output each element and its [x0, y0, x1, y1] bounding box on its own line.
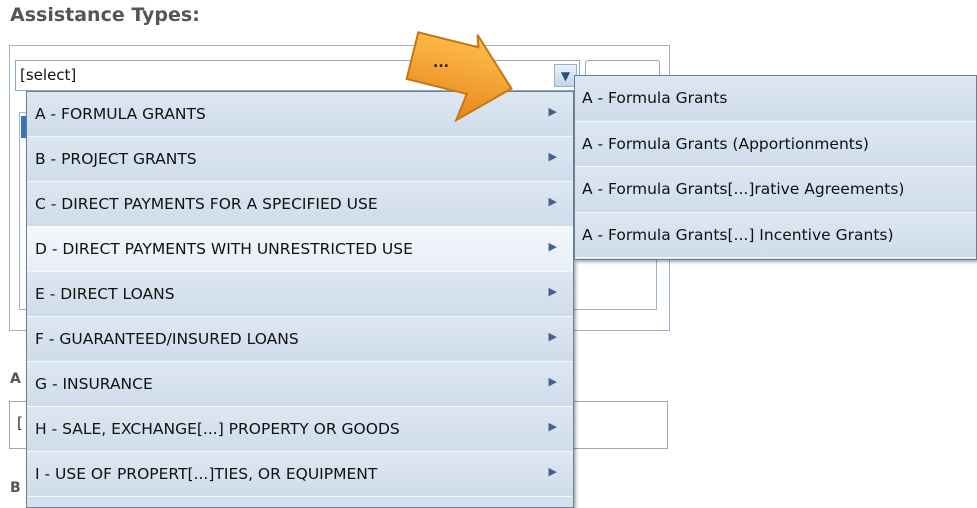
select-value: [select]	[20, 66, 77, 84]
formula-grants-submenu: A - Formula Grants A - Formula Grants (Ap…	[574, 75, 977, 260]
section-heading: Assistance Types:	[10, 4, 200, 26]
lower-input-value: [	[17, 414, 23, 432]
menu-item[interactable]: G - INSURANCE ▶	[27, 362, 573, 407]
menu-item-label: D - DIRECT PAYMENTS WITH UNRESTRICTED US…	[35, 240, 413, 258]
triangle-right-icon: ▶	[548, 195, 557, 208]
menu-item[interactable]: H - SALE, EXCHANGE[...] PROPERTY OR GOOD…	[27, 407, 573, 452]
menu-item[interactable]: D - DIRECT PAYMENTS WITH UNRESTRICTED US…	[27, 227, 573, 272]
triangle-right-icon: ▶	[548, 150, 557, 163]
menu-item[interactable]: I - USE OF PROPERT[...]TIES, OR EQUIPMEN…	[27, 452, 573, 497]
menu-item-label: H - SALE, EXCHANGE[...] PROPERTY OR GOOD…	[35, 420, 400, 438]
triangle-right-icon: ▶	[548, 105, 557, 118]
submenu-item[interactable]: A - Formula Grants	[575, 76, 976, 122]
menu-item-label: I - USE OF PROPERT[...]TIES, OR EQUIPMEN…	[35, 465, 378, 483]
triangle-right-icon: ▶	[548, 375, 557, 388]
menu-item[interactable]: F - GUARANTEED/INSURED LOANS ▶	[27, 317, 573, 362]
menu-item-label: B - PROJECT GRANTS	[35, 150, 197, 168]
submenu-item-label: A - Formula Grants[...] Incentive Grants…	[582, 225, 894, 244]
submenu-item-label: A - Formula Grants	[582, 89, 728, 107]
menu-item-label: F - GUARANTEED/INSURED LOANS	[35, 330, 299, 348]
submenu-item-label: A - Formula Grants (Apportionments)	[582, 134, 869, 153]
assistance-type-menu: A - FORMULA GRANTS ▶ B - PROJECT GRANTS ▶ C …	[26, 91, 574, 508]
submenu-item[interactable]: A - Formula Grants[...]rative Agreements…	[575, 167, 976, 213]
label-fragment-b: B	[10, 480, 21, 496]
label-fragment-a: A	[10, 371, 21, 387]
submenu-item-label: A - Formula Grants[...]rative Agreements…	[582, 180, 905, 198]
triangle-right-icon: ▶	[548, 285, 557, 298]
triangle-right-icon: ▶	[548, 330, 557, 343]
triangle-right-icon: ▶	[548, 465, 557, 478]
menu-item[interactable]: C - DIRECT PAYMENTS FOR A SPECIFIED USE ▶	[27, 182, 573, 227]
submenu-item[interactable]: A - Formula Grants[...] Incentive Grants…	[575, 212, 976, 258]
submenu-item[interactable]: A - Formula Grants (Apportionments)	[575, 121, 976, 167]
menu-item-label: G - INSURANCE	[35, 375, 153, 393]
arrow-callout-icon	[405, 31, 513, 122]
callout-label: ...	[433, 55, 449, 71]
triangle-right-icon: ▶	[548, 420, 557, 433]
menu-item-label: E - DIRECT LOANS	[35, 285, 175, 303]
triangle-right-icon: ▶	[548, 240, 557, 253]
menu-item[interactable]: B - PROJECT GRANTS ▶	[27, 137, 573, 182]
menu-item[interactable]: E - DIRECT LOANS ▶	[27, 272, 573, 317]
menu-item-label: C - DIRECT PAYMENTS FOR A SPECIFIED USE	[35, 195, 378, 213]
menu-item-label: A - FORMULA GRANTS	[35, 105, 206, 123]
